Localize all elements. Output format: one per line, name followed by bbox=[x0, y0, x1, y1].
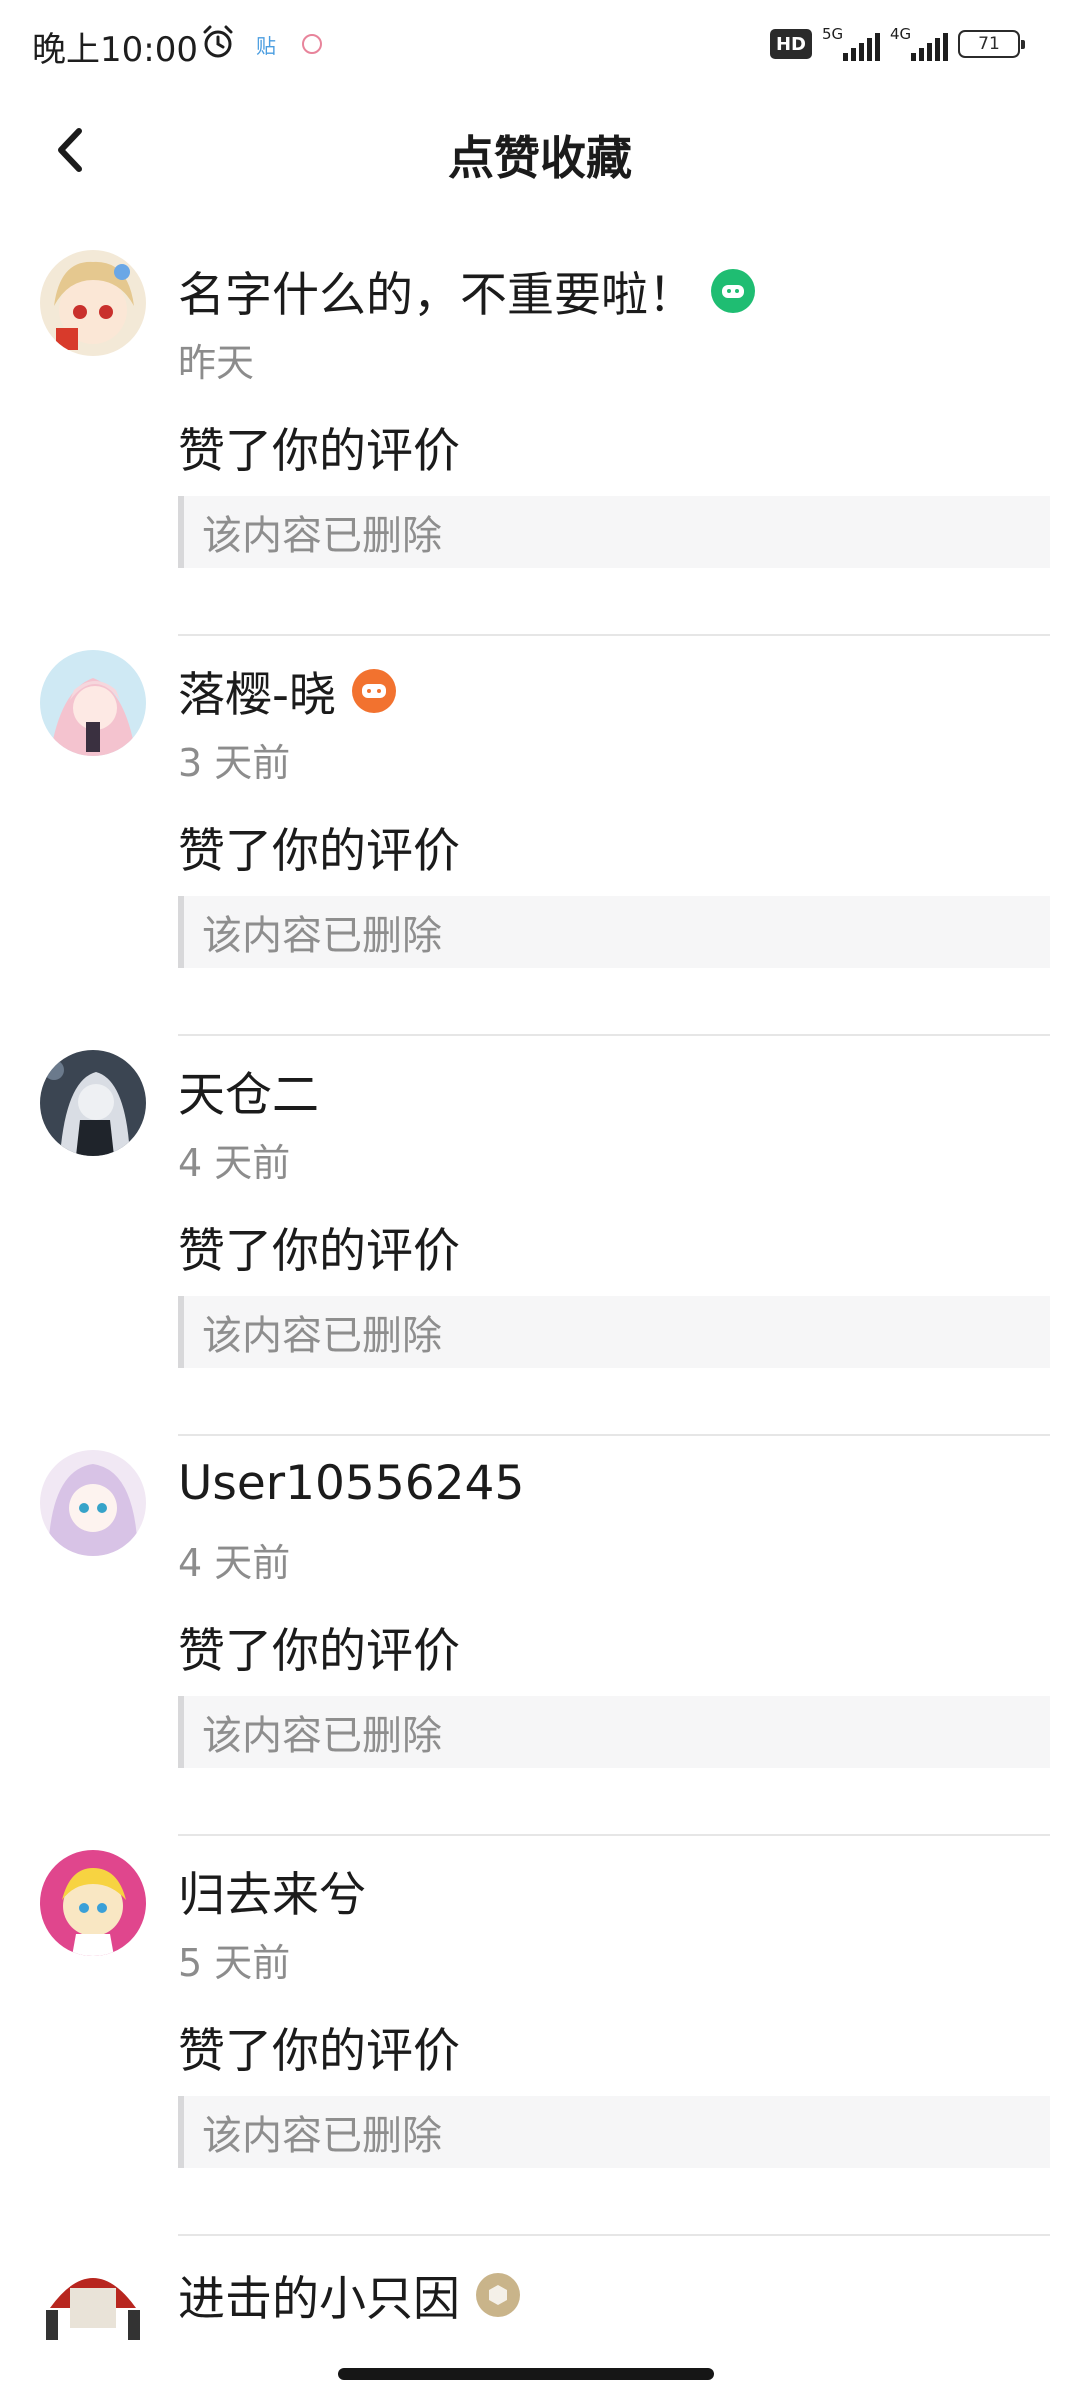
action-text: 赞了你的评价 bbox=[178, 2024, 460, 2079]
name-row: 名字什么的，不重要啦！ bbox=[178, 256, 755, 325]
user-name[interactable]: 天仓二 bbox=[178, 1056, 319, 1125]
timestamp: 5 天前 bbox=[178, 1941, 291, 1985]
gamer-badge-icon bbox=[711, 268, 755, 313]
name-row: User10556245 bbox=[178, 1456, 524, 1511]
action-text: 赞了你的评价 bbox=[178, 824, 460, 879]
quoted-text: 该内容已删除 bbox=[202, 513, 442, 559]
action-text: 赞了你的评价 bbox=[178, 424, 460, 479]
tieba-icon: 贴 bbox=[256, 34, 276, 58]
notification-item[interactable]: 名字什么的，不重要啦！ 昨天 赞了你的评价 该内容已删除 bbox=[0, 236, 1080, 636]
notification-item[interactable]: 天仓二 4 天前 赞了你的评价 该内容已删除 bbox=[0, 1036, 1080, 1436]
app-notification-icon bbox=[302, 34, 322, 54]
timestamp: 4 天前 bbox=[178, 1141, 291, 1185]
quoted-content[interactable]: 该内容已删除 bbox=[178, 1696, 1050, 1768]
quoted-text: 该内容已删除 bbox=[202, 1713, 442, 1759]
signal-4g-icon: 4G bbox=[890, 25, 948, 61]
status-time: 晚上10:00 bbox=[32, 30, 198, 70]
avatar[interactable] bbox=[40, 650, 146, 756]
home-indicator[interactable] bbox=[338, 2368, 714, 2380]
name-row: 进击的小只因 bbox=[178, 2260, 520, 2329]
avatar[interactable] bbox=[40, 2248, 146, 2354]
quoted-content[interactable]: 该内容已删除 bbox=[178, 2096, 1050, 2168]
quoted-content[interactable]: 该内容已删除 bbox=[178, 896, 1050, 968]
battery-icon: 71 bbox=[958, 30, 1025, 58]
user-name[interactable]: 名字什么的，不重要啦！ bbox=[178, 256, 695, 325]
net-label-5g: 5G bbox=[822, 25, 844, 43]
page-title: 点赞收藏 bbox=[448, 131, 632, 185]
quoted-text: 该内容已删除 bbox=[202, 2113, 442, 2159]
quoted-content[interactable]: 该内容已删除 bbox=[178, 496, 1050, 568]
gamepad-badge-icon bbox=[351, 668, 396, 713]
signal-5g-icon: 5G bbox=[822, 25, 880, 61]
name-row: 落樱-晓 bbox=[178, 656, 396, 725]
timestamp: 3 天前 bbox=[178, 741, 291, 785]
quoted-text: 该内容已删除 bbox=[202, 913, 442, 959]
status-indicators: HD 5G 4G 71 bbox=[769, 25, 1025, 62]
name-row: 归去来兮 bbox=[178, 1856, 366, 1925]
action-text: 赞了你的评价 bbox=[178, 1224, 460, 1279]
user-name[interactable]: User10556245 bbox=[178, 1456, 524, 1511]
avatar[interactable] bbox=[40, 250, 146, 356]
timestamp: 4 天前 bbox=[178, 1541, 291, 1585]
notification-item[interactable]: 落樱-晓 3 天前 赞了你的评价 该内容已删除 bbox=[0, 636, 1080, 1036]
avatar[interactable] bbox=[40, 1050, 146, 1156]
status-bar: 晚上10:00 贴 HD 5G 4G 71 bbox=[0, 0, 1080, 90]
notification-list: 名字什么的，不重要啦！ 昨天 赞了你的评价 该内容已删除 落樱-晓 3 天前 赞… bbox=[0, 236, 1080, 2236]
notification-item[interactable]: 进击的小只因 bbox=[0, 2236, 1080, 2356]
app-header: 点赞收藏 bbox=[0, 100, 1080, 200]
net-label-4g: 4G bbox=[890, 25, 912, 43]
notification-item[interactable]: User10556245 4 天前 赞了你的评价 该内容已删除 bbox=[0, 1436, 1080, 1836]
battery-level: 71 bbox=[978, 34, 1000, 54]
user-name[interactable]: 落樱-晓 bbox=[178, 656, 336, 725]
user-name[interactable]: 进击的小只因 bbox=[178, 2260, 460, 2329]
quoted-text: 该内容已删除 bbox=[202, 1313, 442, 1359]
quoted-content[interactable]: 该内容已删除 bbox=[178, 1296, 1050, 1368]
notification-item[interactable]: 归去来兮 5 天前 赞了你的评价 该内容已删除 bbox=[0, 1836, 1080, 2236]
hd-badge: HD bbox=[769, 29, 812, 59]
user-name[interactable]: 归去来兮 bbox=[178, 1856, 366, 1925]
level-badge-icon bbox=[476, 2272, 520, 2317]
avatar[interactable] bbox=[40, 1850, 146, 1956]
timestamp: 昨天 bbox=[178, 341, 255, 385]
alarm-icon bbox=[203, 25, 233, 58]
action-text: 赞了你的评价 bbox=[178, 1624, 460, 1679]
avatar[interactable] bbox=[40, 1450, 146, 1556]
name-row: 天仓二 bbox=[178, 1056, 319, 1125]
